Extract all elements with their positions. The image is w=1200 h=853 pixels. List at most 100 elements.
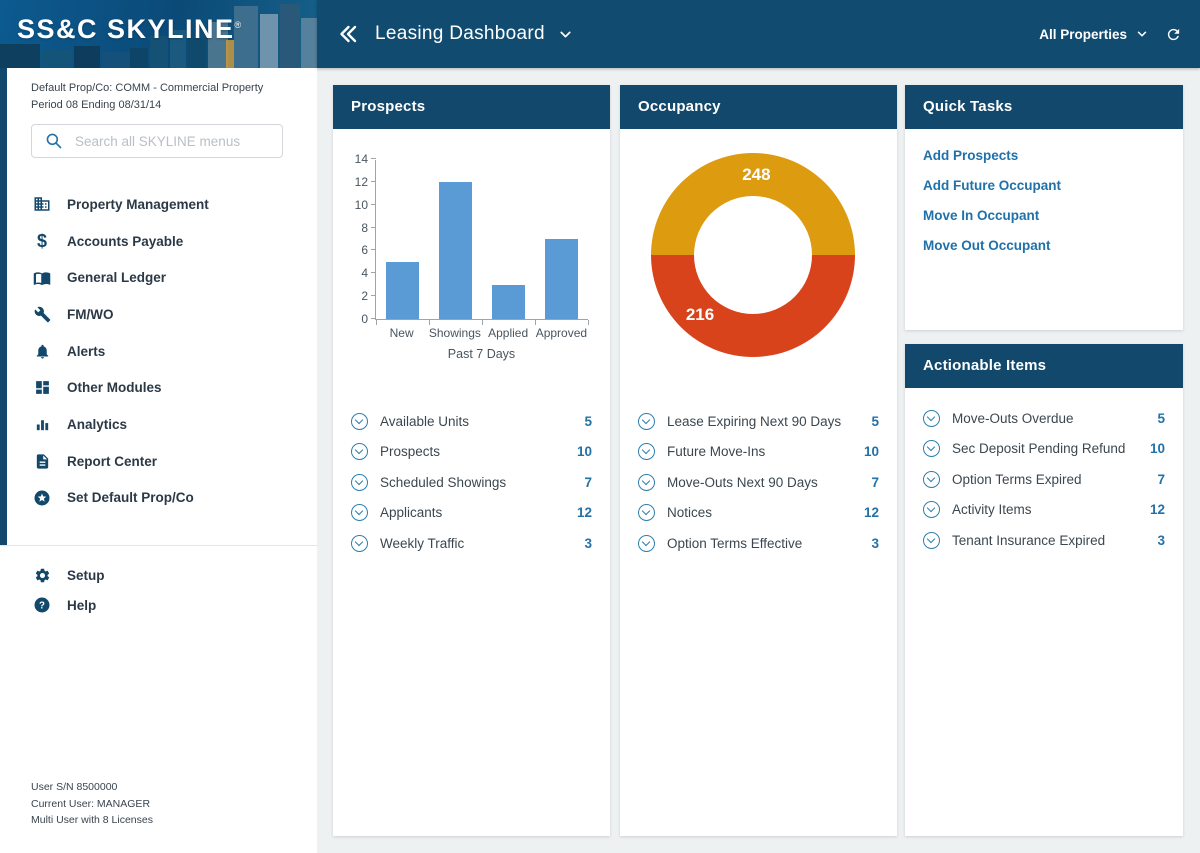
chevron-down-circle-icon[interactable] (638, 412, 655, 430)
list-item[interactable]: Activity Items 12 (905, 495, 1183, 526)
y-axis-tick-label: 2 (361, 289, 368, 304)
sidebar-item-accounts-payable[interactable]: $ Accounts Payable (0, 223, 317, 260)
bar-chart-x-axis-label: Past 7 Days (447, 347, 516, 361)
dashboard-content: Prospects 0 2 4 6 8 10 12 14 New Showings Applied… (317, 68, 1200, 853)
sidebar-item-label: General Ledger (67, 270, 167, 286)
y-axis-tick-mark (371, 226, 376, 228)
menu-search[interactable] (31, 124, 283, 158)
y-axis-tick-mark (371, 203, 376, 205)
chevron-down-circle-icon[interactable] (351, 473, 368, 491)
top-header-bar: Leasing Dashboard All Properties (317, 0, 1200, 68)
chevron-down-circle-icon[interactable] (923, 409, 940, 427)
x-axis-tick-mark (429, 320, 430, 325)
list-item[interactable]: Prospects 10 (333, 437, 610, 468)
list-item-label: Notices (667, 505, 713, 521)
dollar-icon: $ (36, 230, 47, 251)
bar-chart-category-labels: New Showings Applied Approved (375, 326, 588, 340)
list-item[interactable]: Move-Outs Next 90 Days 7 (620, 467, 897, 498)
chevron-down-circle-icon[interactable] (638, 504, 655, 522)
default-prop-info: Default Prop/Co: COMM - Commercial Prope… (31, 80, 263, 113)
collapse-sidebar-icon[interactable] (335, 22, 359, 46)
x-axis-tick-mark (376, 320, 377, 325)
list-item-count: 5 (1157, 410, 1165, 426)
dashboard-selector-chevron-icon[interactable] (557, 26, 574, 43)
move-out-occupant-link[interactable]: Move Out Occupant (905, 231, 1183, 261)
list-item[interactable]: Lease Expiring Next 90 Days 5 (620, 406, 897, 437)
list-item-count: 3 (1157, 532, 1165, 548)
quick-tasks-links: Add Prospects Add Future Occupant Move I… (905, 141, 1183, 261)
list-item[interactable]: Option Terms Effective 3 (620, 528, 897, 559)
sidebar-item-alerts[interactable]: Alerts (0, 333, 317, 370)
sidebar-item-label: Property Management (67, 196, 209, 212)
current-user: Current User: MANAGER (31, 797, 151, 810)
prospects-card: Prospects 0 2 4 6 8 10 12 14 New Showings Applied… (333, 85, 610, 836)
chevron-down-circle-icon[interactable] (923, 440, 940, 458)
add-prospects-link[interactable]: Add Prospects (905, 141, 1183, 171)
list-item[interactable]: Tenant Insurance Expired 3 (905, 525, 1183, 556)
chevron-down-circle-icon[interactable] (923, 501, 940, 519)
sidebar-item-property-management[interactable]: Property Management (0, 186, 317, 223)
add-future-occupant-link[interactable]: Add Future Occupant (905, 171, 1183, 201)
list-item-label: Prospects (380, 444, 441, 460)
list-item-count: 12 (863, 505, 879, 521)
list-item[interactable]: Scheduled Showings 7 (333, 467, 610, 498)
list-item-label: Move-Outs Next 90 Days (667, 474, 818, 490)
list-item[interactable]: Notices 12 (620, 498, 897, 529)
prospects-card-title: Prospects (333, 85, 610, 129)
list-item[interactable]: Applicants 12 (333, 498, 610, 529)
bar-approved (545, 239, 578, 319)
svg-text:?: ? (39, 601, 45, 612)
question-icon: ? (31, 596, 53, 614)
sidebar-divider (0, 545, 317, 546)
list-item[interactable]: Sec Deposit Pending Refund 10 (905, 434, 1183, 465)
user-info: User S/N 8500000 Current User: MANAGER M… (31, 779, 153, 829)
bar-slot (482, 284, 535, 319)
sidebar-item-fm-wo[interactable]: FM/WO (0, 296, 317, 333)
chevron-down-circle-icon[interactable] (638, 473, 655, 491)
list-item[interactable]: Option Terms Expired 7 (905, 464, 1183, 495)
registered-mark: ® (234, 20, 242, 30)
chevron-down-circle-icon[interactable] (351, 412, 368, 430)
occupancy-card-title: Occupancy (620, 85, 897, 129)
list-item-label: Lease Expiring Next 90 Days (667, 413, 842, 429)
list-item-label: Future Move-Ins (667, 444, 766, 460)
building-icon (31, 195, 53, 213)
search-icon (46, 133, 62, 149)
chevron-down-circle-icon[interactable] (638, 534, 655, 552)
bell-icon (31, 343, 53, 360)
sidebar-item-setup[interactable]: Setup (0, 560, 317, 590)
list-item[interactable]: Weekly Traffic 3 (333, 528, 610, 559)
sidebar-item-help[interactable]: ? Help (0, 590, 317, 620)
bar-category-label: Approved (535, 326, 588, 340)
sidebar-item-analytics[interactable]: Analytics (0, 406, 317, 443)
donut-ring: 248 216 (651, 153, 855, 357)
refresh-icon[interactable] (1165, 26, 1182, 43)
chevron-down-circle-icon[interactable] (351, 443, 368, 461)
x-axis-tick-mark (588, 320, 589, 325)
chevron-down-circle-icon[interactable] (351, 534, 368, 552)
sidebar-item-set-default-propco[interactable]: Set Default Prop/Co (0, 480, 317, 517)
list-item-count: 12 (576, 505, 592, 521)
list-item[interactable]: Move-Outs Overdue 5 (905, 403, 1183, 434)
list-item-count: 12 (1149, 502, 1165, 518)
sidebar-item-report-center[interactable]: Report Center (0, 443, 317, 480)
chevron-down-circle-icon[interactable] (351, 504, 368, 522)
list-item[interactable]: Available Units 5 (333, 406, 610, 437)
list-item-count: 10 (863, 444, 879, 460)
y-axis-tick-label: 10 (354, 197, 368, 212)
sidebar-item-label: Alerts (67, 343, 106, 359)
y-axis-tick-mark (371, 318, 376, 319)
move-in-occupant-link[interactable]: Move In Occupant (905, 201, 1183, 231)
chevron-down-circle-icon[interactable] (638, 443, 655, 461)
y-axis-tick-mark (371, 158, 376, 159)
sidebar-item-other-modules[interactable]: Other Modules (0, 369, 317, 406)
y-axis-tick-label: 8 (361, 220, 368, 235)
property-selector[interactable]: All Properties (1039, 27, 1149, 42)
chevron-down-circle-icon[interactable] (923, 531, 940, 549)
y-axis-tick-label: 6 (361, 243, 368, 258)
sidebar-item-general-ledger[interactable]: General Ledger (0, 259, 317, 296)
search-input[interactable] (75, 133, 265, 149)
list-item[interactable]: Future Move-Ins 10 (620, 437, 897, 468)
list-item-label: Tenant Insurance Expired (952, 532, 1106, 548)
chevron-down-circle-icon[interactable] (923, 470, 940, 488)
